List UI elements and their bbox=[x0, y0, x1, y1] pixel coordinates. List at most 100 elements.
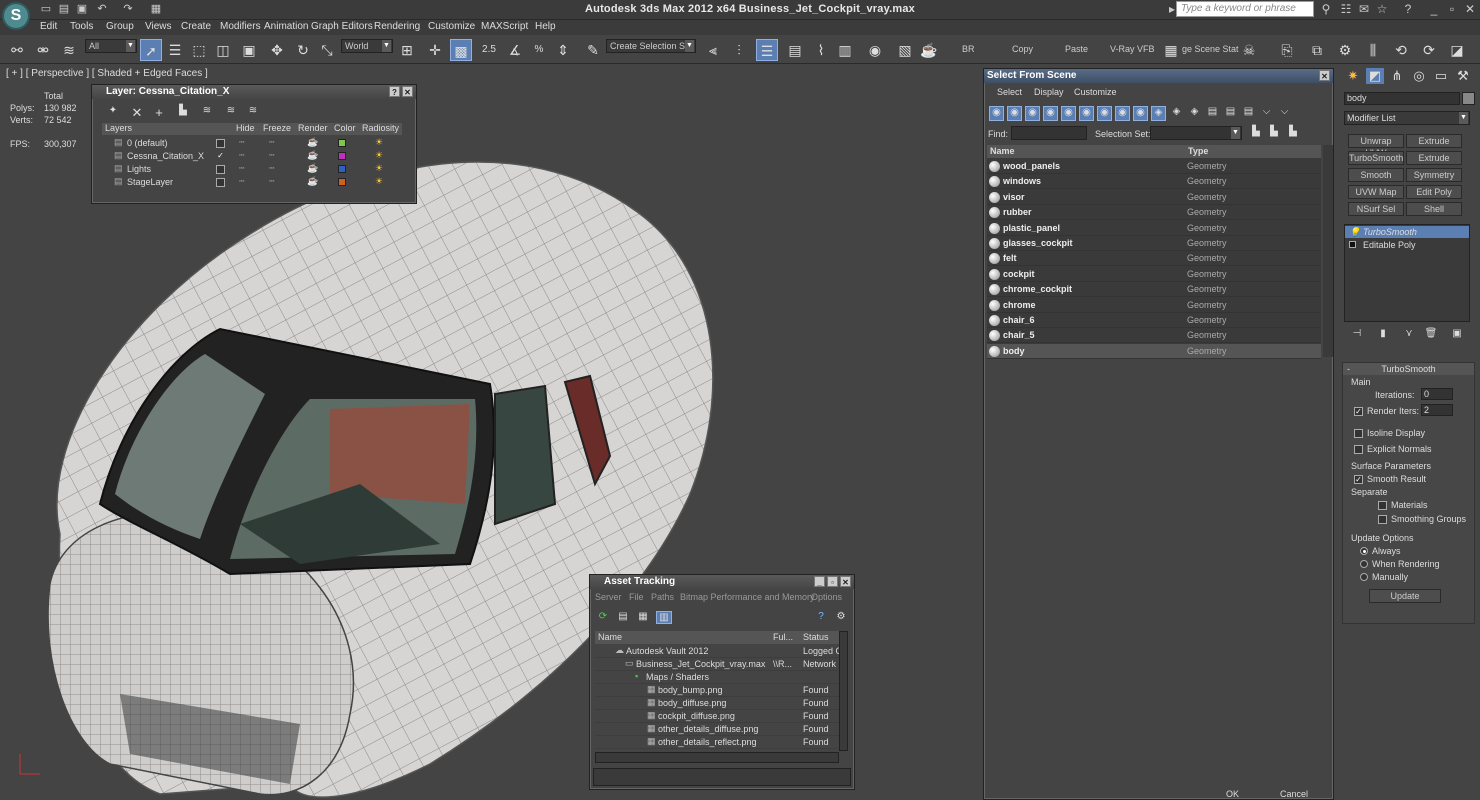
filter-icon-3[interactable]: ◉ bbox=[1043, 106, 1058, 121]
update-button[interactable]: Update bbox=[1369, 589, 1441, 603]
filter-icon-1[interactable]: ◉ bbox=[1007, 106, 1022, 121]
filter-icon-0[interactable]: ◉ bbox=[989, 106, 1004, 121]
lightbulb-icon[interactable]: 💡 bbox=[1349, 226, 1360, 238]
table-view-icon[interactable]: ▥ bbox=[656, 611, 672, 624]
freeze-toggle-icon[interactable]: ┅ bbox=[269, 163, 274, 174]
scene-object-row[interactable]: cockpit Geometry bbox=[987, 267, 1321, 282]
close-icon[interactable]: ✕ bbox=[1319, 70, 1330, 81]
col-layers[interactable]: Layers bbox=[105, 123, 132, 133]
filter-icon-5[interactable]: ◉ bbox=[1079, 106, 1094, 121]
br-label[interactable]: BR bbox=[962, 44, 975, 54]
sfs-scrollbar[interactable] bbox=[1323, 145, 1333, 357]
app-logo-icon[interactable]: S bbox=[2, 2, 30, 30]
render-teapot-icon[interactable]: ☕ bbox=[918, 39, 940, 61]
layer-row[interactable]: ▤ Lights ┅ ┅ ☕ ☀ bbox=[102, 163, 402, 176]
modifier-button-extrude[interactable]: Extrude bbox=[1406, 134, 1462, 148]
filter-icon-13[interactable]: ▤ bbox=[1223, 106, 1238, 121]
scene-object-row[interactable]: rubber Geometry bbox=[987, 205, 1321, 221]
modifier-list-dropdown[interactable]: Modifier List ▼ bbox=[1344, 111, 1470, 125]
layer-current-checkbox[interactable] bbox=[216, 165, 225, 174]
asset-row[interactable]: ▦ cockpit_diffuse.png Found bbox=[595, 710, 847, 723]
window-crossing-icon[interactable]: ◫ bbox=[212, 39, 234, 61]
radiosity-icon[interactable]: ☀ bbox=[375, 176, 383, 187]
layer-row[interactable]: ▤ 0 (default) ┅ ┅ ☕ ☀ bbox=[102, 137, 402, 150]
scene-object-row[interactable]: plastic_panel Geometry bbox=[987, 221, 1321, 236]
asset-row[interactable]: ▪ Maps / Shaders bbox=[595, 671, 847, 684]
modifier-button-nsurf-sel[interactable]: NSurf Sel bbox=[1348, 202, 1404, 216]
communication-icon[interactable]: ✉ bbox=[1356, 2, 1372, 17]
isoline-checkbox[interactable] bbox=[1354, 429, 1363, 438]
tool-e-icon[interactable]: ⟲ bbox=[1390, 39, 1412, 61]
delete-layer-icon[interactable]: ✕ bbox=[130, 105, 144, 121]
iterations-spinner[interactable]: 0 bbox=[1421, 388, 1453, 400]
layer-current-checkbox[interactable] bbox=[216, 178, 225, 187]
select-by-name-icon[interactable]: ☰ bbox=[164, 39, 186, 61]
asset-row[interactable]: ▦ other_details_diffuse.png Found bbox=[595, 723, 847, 736]
radiosity-icon[interactable]: ☀ bbox=[375, 150, 383, 161]
col-render[interactable]: Render bbox=[298, 123, 328, 133]
hierarchy-tab-icon[interactable]: ⋔ bbox=[1388, 68, 1406, 84]
sfs-menu-select[interactable]: Select bbox=[997, 87, 1022, 97]
redo-icon[interactable]: ↷ bbox=[120, 2, 136, 17]
reference-coord-dropdown[interactable]: World ▼ bbox=[341, 39, 393, 53]
menu-animation[interactable]: Animation bbox=[264, 21, 308, 32]
scene-object-row[interactable]: body Geometry bbox=[987, 343, 1321, 359]
selection-set-a-icon[interactable]: ▙ bbox=[1249, 126, 1263, 137]
create-layer-icon[interactable]: ✦ bbox=[106, 105, 120, 116]
modifier-button-unwrap-uvw[interactable]: Unwrap UVW bbox=[1348, 134, 1404, 158]
refresh-icon[interactable]: ⟳ bbox=[596, 611, 610, 622]
settings-icon[interactable]: ⚙ bbox=[834, 611, 848, 622]
filter-icon-14[interactable]: ▤ bbox=[1241, 106, 1256, 121]
scene-object-row[interactable]: visor Geometry bbox=[987, 190, 1321, 205]
modifier-button-shell[interactable]: Shell bbox=[1406, 202, 1462, 216]
stack-item-turbosmooth[interactable]: 💡 TurboSmooth bbox=[1345, 226, 1469, 238]
project-folder-icon[interactable]: ▦ bbox=[148, 2, 164, 17]
hide-all-layers-icon[interactable]: ≋ bbox=[224, 105, 238, 116]
asset-menu-options[interactable]: Options bbox=[811, 592, 842, 602]
render-teapot-icon[interactable]: ☕ bbox=[307, 176, 318, 187]
filter-icon-2[interactable]: ◉ bbox=[1025, 106, 1040, 121]
select-manipulate-icon[interactable]: ✛ bbox=[424, 39, 446, 61]
object-name-field[interactable]: body bbox=[1344, 92, 1460, 105]
cancel-button[interactable]: Cancel bbox=[1280, 789, 1308, 799]
menu-modifiers[interactable]: Modifiers bbox=[220, 21, 261, 32]
modifier-button-edit-poly[interactable]: Edit Poly bbox=[1406, 185, 1462, 199]
always-radio[interactable] bbox=[1360, 547, 1368, 555]
subscription-icon[interactable]: ☷ bbox=[1338, 2, 1354, 17]
col-asset-name[interactable]: Name bbox=[598, 632, 622, 642]
explicit-normals-checkbox[interactable] bbox=[1354, 445, 1363, 454]
col-hide[interactable]: Hide bbox=[236, 123, 255, 133]
scene-object-row[interactable]: chrome Geometry bbox=[987, 298, 1321, 313]
asset-row[interactable]: ▦ body_diffuse.png Found bbox=[595, 697, 847, 710]
asset-menu-file[interactable]: File bbox=[629, 592, 644, 602]
col-type[interactable]: Type bbox=[1188, 146, 1208, 156]
tool-b-icon[interactable]: ⧉ bbox=[1306, 39, 1328, 61]
paste-label[interactable]: Paste bbox=[1065, 44, 1088, 54]
menu-graph-editors[interactable]: Graph Editors bbox=[311, 21, 373, 32]
display-tab-icon[interactable]: ▭ bbox=[1432, 68, 1450, 84]
align-icon[interactable]: ⫶ bbox=[728, 39, 750, 61]
layer-row[interactable]: ▤ StageLayer ┅ ┅ ☕ ☀ bbox=[102, 176, 402, 189]
hide-toggle-icon[interactable]: ┅ bbox=[239, 163, 244, 174]
configure-sets-icon[interactable]: ▣ bbox=[1450, 328, 1464, 339]
vray-vfb-label[interactable]: V-Ray VFB bbox=[1110, 44, 1155, 54]
rollout-header[interactable]: - TurboSmooth bbox=[1343, 363, 1474, 375]
rect-selection-icon[interactable]: ⬚ bbox=[188, 39, 210, 61]
find-input[interactable] bbox=[1011, 126, 1087, 140]
minimize-icon[interactable]: _ bbox=[1426, 2, 1442, 17]
asset-menu-paths[interactable]: Paths bbox=[651, 592, 674, 602]
asset-menu-server[interactable]: Server bbox=[595, 592, 622, 602]
spinner-snap-icon[interactable]: ⇕ bbox=[552, 39, 574, 61]
layer-color-swatch[interactable] bbox=[338, 165, 346, 173]
filter-icon-10[interactable]: ◈ bbox=[1169, 106, 1184, 121]
layer-row[interactable]: ▤ Cessna_Citation_X ✓ ┅ ┅ ☕ ☀ bbox=[102, 150, 402, 163]
scene-object-row[interactable]: chrome_cockpit Geometry bbox=[987, 282, 1321, 298]
scale-icon[interactable]: ⤡ bbox=[316, 39, 338, 61]
keyboard-shortcut-override-icon[interactable]: ▩ bbox=[450, 39, 472, 61]
modifier-button-extrude[interactable]: Extrude bbox=[1406, 151, 1462, 165]
filter-icon-4[interactable]: ◉ bbox=[1061, 106, 1076, 121]
freeze-toggle-icon[interactable]: ┅ bbox=[269, 176, 274, 187]
utilities-tab-icon[interactable]: ⚒ bbox=[1454, 68, 1472, 84]
pivot-center-icon[interactable]: ⊞ bbox=[396, 39, 418, 61]
asset-row[interactable]: ▦ other_details_reflect.png Found bbox=[595, 736, 847, 749]
